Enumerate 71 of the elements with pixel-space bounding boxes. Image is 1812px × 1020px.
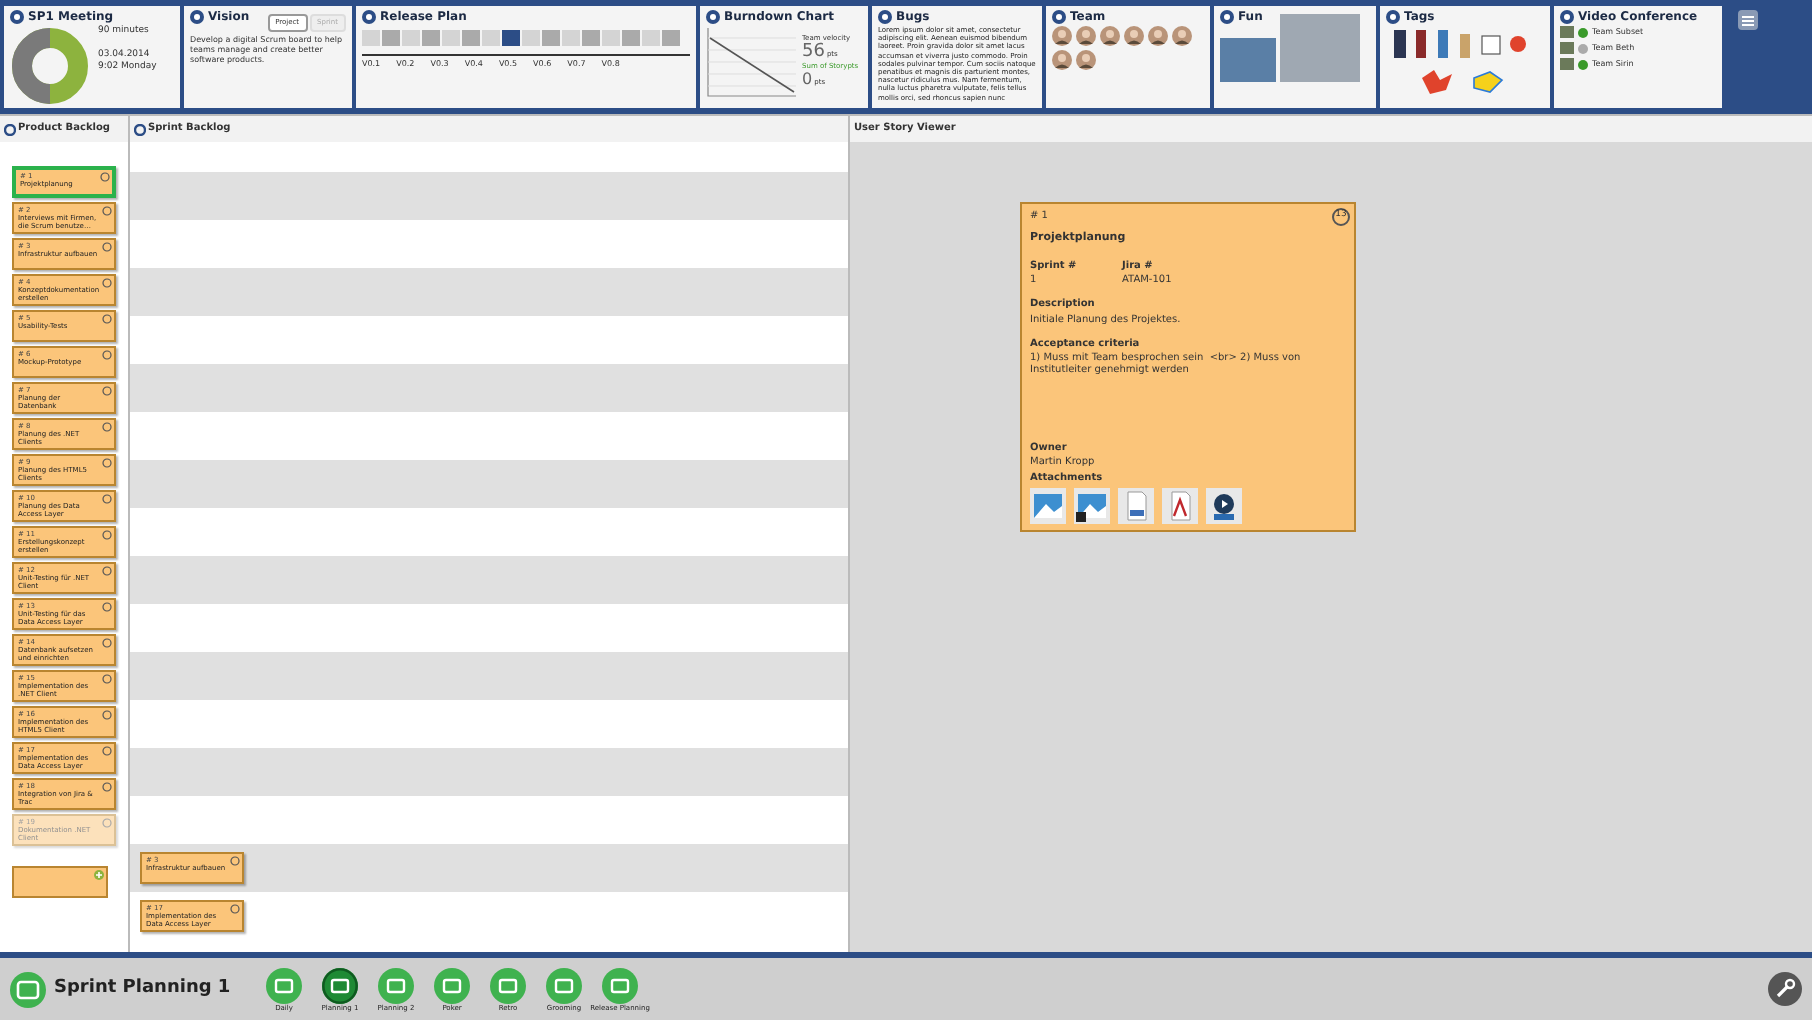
sprint-block[interactable] <box>482 30 500 46</box>
estimate-circle-icon <box>102 566 112 576</box>
burndown-chart-drawing <box>706 26 798 98</box>
view-icon <box>490 967 526 1003</box>
avatar-icon <box>1076 26 1096 46</box>
sprint-block[interactable] <box>542 30 560 46</box>
video-file-icon[interactable] <box>1074 488 1110 524</box>
avatar-icon <box>1124 26 1144 46</box>
estimate-circle-icon <box>102 530 112 540</box>
settings-button[interactable] <box>1768 972 1802 1006</box>
view-icon <box>378 967 414 1003</box>
sprint-block[interactable] <box>602 30 620 46</box>
estimate-circle-icon <box>102 782 112 792</box>
sprint-block[interactable] <box>582 30 600 46</box>
estimate-circle-icon <box>102 638 112 648</box>
estimate-circle-icon <box>102 674 112 684</box>
estimate-circle-icon <box>102 242 112 252</box>
estimate-circle-icon <box>230 856 240 866</box>
estimate-circle-icon <box>102 746 112 756</box>
media-file-icon[interactable] <box>1206 488 1242 524</box>
estimate-circle-icon <box>102 602 112 612</box>
board-title: Sprint Planning 1 <box>54 975 233 1002</box>
sprint-block[interactable] <box>362 30 380 46</box>
avatar-icon <box>1052 50 1072 70</box>
sprint-block[interactable] <box>562 30 580 46</box>
board-icon <box>10 971 46 1007</box>
photo-placeholder <box>1220 38 1276 82</box>
new-card-button[interactable] <box>12 866 108 898</box>
estimate-circle-icon <box>102 206 112 216</box>
sprint-block[interactable] <box>522 30 540 46</box>
avatar-icon <box>1148 26 1168 46</box>
avatar-icon <box>1172 26 1192 46</box>
column-icon <box>134 123 146 135</box>
sprint-block[interactable] <box>502 30 520 46</box>
sprint-block[interactable] <box>462 30 480 46</box>
avatar-icon <box>1100 26 1120 46</box>
avatar-icon <box>1052 26 1072 46</box>
document-icon[interactable] <box>1118 488 1154 524</box>
view-icon <box>434 967 470 1003</box>
menu-button[interactable] <box>1738 10 1758 30</box>
avatar-icon <box>1076 50 1096 70</box>
view-icon <box>266 967 302 1003</box>
estimate-circle-icon <box>102 386 112 396</box>
estimate-circle-icon <box>230 904 240 914</box>
sprint-block[interactable] <box>662 30 680 46</box>
velocity-value: 56 <box>802 42 825 62</box>
view-icon <box>602 967 638 1003</box>
sprint-block[interactable] <box>382 30 400 46</box>
sum-value: 0 <box>802 70 813 88</box>
sprint-block[interactable] <box>402 30 420 46</box>
plus-icon <box>94 870 104 880</box>
estimate-circle-icon <box>102 494 112 504</box>
sprint-block[interactable] <box>442 30 460 46</box>
wrench-icon <box>1774 978 1796 1000</box>
estimate-circle-icon <box>102 710 112 720</box>
estimate-circle-icon <box>102 422 112 432</box>
sprint-block[interactable] <box>422 30 440 46</box>
pdf-icon[interactable] <box>1162 488 1198 524</box>
estimate-circle-icon <box>102 314 112 324</box>
sprint-block[interactable] <box>622 30 640 46</box>
view-icon <box>546 967 582 1003</box>
estimate-circle-icon <box>100 172 110 182</box>
column-icon <box>4 123 16 135</box>
estimate-circle-icon <box>102 278 112 288</box>
sprint-block[interactable] <box>642 30 660 46</box>
donut-chart <box>10 26 90 106</box>
estimate-circle-icon <box>102 818 112 828</box>
estimate-circle-icon <box>102 458 112 468</box>
estimate-circle-icon <box>102 350 112 360</box>
photo-placeholder <box>1280 14 1360 82</box>
view-icon <box>322 967 358 1003</box>
